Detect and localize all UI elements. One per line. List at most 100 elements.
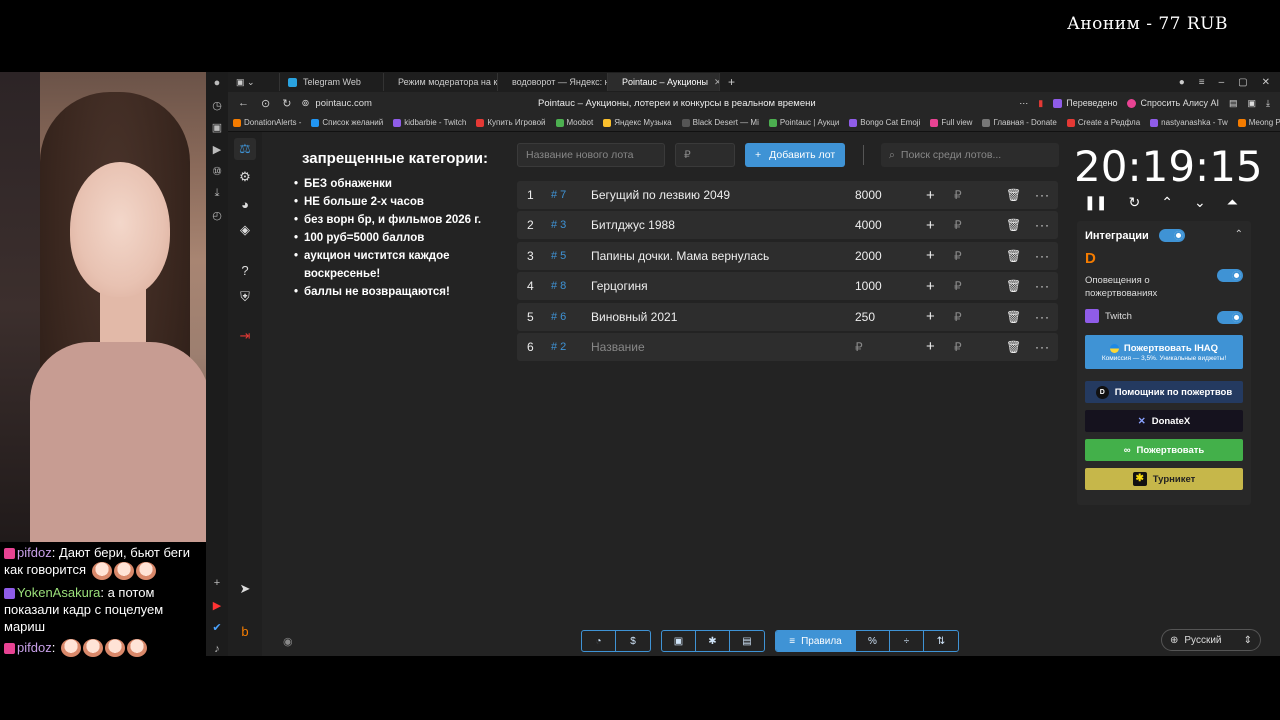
layers-icon[interactable]: ◈ [234,219,256,241]
lot-name[interactable]: Виновный 2021 [591,310,677,324]
ruble-icon[interactable]: ₽ [954,188,962,202]
collections-icon[interactable]: ▣ [206,116,228,138]
youtube-icon[interactable]: ▶ [206,594,228,616]
shield-icon[interactable]: ⛨ [234,286,256,308]
more-icon[interactable]: ⋯ [1019,98,1028,109]
home-icon[interactable]: ⊙ [261,97,270,110]
delete-icon[interactable]: 🗑 [1006,218,1021,232]
lot-amount[interactable]: 2000 [855,249,882,263]
bookmark-item[interactable]: Bongo Cat Emoji [844,118,925,127]
add-lot-button[interactable]: + Добавить лот [745,143,846,167]
delete-icon[interactable]: 🗑 [1006,310,1021,324]
help-icon[interactable]: ? [234,259,256,281]
export-icon[interactable]: ▤ [730,631,764,651]
sort-icon[interactable]: ⇅ [924,631,958,651]
reset-icon[interactable]: ↻ [1128,194,1140,211]
bookmark-item[interactable]: Pointauc | Аукци [764,118,844,127]
reader-icon[interactable]: ▤ [1229,98,1238,109]
turnstile-button[interactable]: ✱ Турникет [1085,468,1243,490]
bookmark-item[interactable]: Главная - Donate [977,118,1061,127]
play-icon[interactable]: ▶ [206,138,228,160]
percent-icon[interactable]: % [856,631,890,651]
delete-icon[interactable]: 🗑 [1006,188,1021,202]
delete-icon[interactable]: 🗑 [1006,279,1021,293]
pause-icon[interactable]: ❚❚ [1084,194,1107,211]
profile-icon[interactable]: ● [206,72,228,94]
ruble-icon[interactable]: ₽ [954,310,962,324]
more-icon[interactable]: ··· [1035,249,1050,263]
downloads-icon[interactable]: ⤓ [206,182,228,204]
lot-name[interactable]: Папины дочки. Мама вернулась [591,249,769,263]
chevron-down-icon[interactable]: ⌄ [1194,194,1206,211]
dollar-icon[interactable]: $ [616,631,650,651]
bookmark-item[interactable]: nastyanashka - Tw [1145,118,1233,127]
url-field[interactable]: pointauc.com [315,98,372,109]
delete-icon[interactable]: 🗑 [1006,340,1021,354]
bookmark-item[interactable]: Create a Редфла [1062,118,1145,127]
tab-moderator[interactable]: Режим модератора на к [384,73,498,91]
lot-amount[interactable]: 250 [855,310,875,324]
account-icon[interactable]: ● [1179,77,1185,88]
rules-button[interactable]: ≡ Правила [776,631,856,651]
bookmark-item[interactable]: Яндекс Музыка [598,118,676,127]
add-amount-icon[interactable]: + [926,278,935,295]
lot-name[interactable]: Битлджус 1988 [591,218,675,232]
more-icon[interactable]: ··· [1035,310,1050,324]
tab-pointauc[interactable]: Pointauc – Аукционы✕ [608,73,720,91]
more-icon[interactable]: ··· [1035,279,1050,293]
add-amount-icon[interactable]: + [926,217,935,234]
more-icon[interactable]: ··· [1035,188,1050,202]
donate-button[interactable]: ∞ Пожертвовать [1085,439,1243,461]
tab-counter[interactable]: ▣ ⌄ [228,73,280,91]
boosty-icon[interactable]: b [234,620,256,642]
add-amount-icon[interactable]: + [926,187,935,204]
lot-amount[interactable]: ₽ [855,340,863,354]
github-icon[interactable]: ◔ [582,631,616,651]
save-icon[interactable]: ▣ [662,631,696,651]
verified-icon[interactable]: ✔ [206,616,228,638]
downloads-icon[interactable]: ⤓ [1266,98,1270,109]
history-icon[interactable]: ◷ [206,94,228,116]
donate-ihaq-button[interactable]: Пожертвовать IHAQ Комиссия — 3,5%. Уникал… [1085,335,1243,369]
lot-name[interactable]: Название [591,340,645,354]
clock-icon[interactable]: ◴ [206,204,228,226]
reload-icon[interactable]: ↻ [282,97,291,110]
add-icon[interactable]: + [206,572,228,594]
twitch-toggle[interactable] [1217,311,1243,324]
extensions-icon[interactable]: ▣ [1248,98,1257,109]
tab-yandex[interactable]: водоворот — Яндекс: наш [498,73,608,91]
lot-amount[interactable]: 4000 [855,218,882,232]
logout-icon[interactable]: ⇥ [234,325,256,347]
wheel-icon[interactable]: ◕ [234,193,256,215]
lot-name[interactable]: Герцогиня [591,279,648,293]
delete-icon[interactable]: 🗑 [1006,249,1021,263]
maximize-icon[interactable]: ▢ [1238,77,1247,88]
settings-icon[interactable]: ⚙ [234,166,256,188]
add-amount-icon[interactable]: + [926,338,935,355]
minimize-icon[interactable]: – [1219,77,1225,88]
language-select[interactable]: ⊕ Русский ⇕ [1161,629,1261,651]
add-amount-icon[interactable]: + [926,247,935,264]
bug-icon[interactable]: ✱ [696,631,730,651]
site-info-icon[interactable]: ⊚ [301,98,309,109]
bookmark-item[interactable]: Meong Pa [1233,118,1280,127]
ruble-icon[interactable]: ₽ [954,218,962,232]
new-tab-button[interactable]: + [720,73,743,91]
donatex-button[interactable]: ✕ DonateX [1085,410,1243,432]
telegram-icon[interactable]: ➤ [234,578,256,600]
back-icon[interactable]: ← [238,97,249,110]
lot-amount[interactable]: 1000 [855,279,882,293]
lot-name-input[interactable]: Название нового лота [517,143,665,167]
integrations-toggle[interactable] [1158,229,1185,242]
more-icon[interactable]: ··· [1035,340,1050,354]
bookmark-icon[interactable]: ▮ [1038,98,1043,109]
close-window-icon[interactable]: ✕ [1262,77,1270,88]
bookmark-item[interactable]: DonationAlerts - [228,118,306,127]
lot-search-input[interactable]: ⌕ Поиск среди лотов... [881,143,1059,167]
more-icon[interactable]: ··· [1035,218,1050,232]
tab-telegram[interactable]: Telegram Web [280,73,384,91]
bookmark-item[interactable]: Moobot [551,118,599,127]
bookmark-item[interactable]: kidbarbie - Twitch [388,118,471,127]
auction-icon[interactable]: ⚖ [234,138,256,160]
divide-icon[interactable]: ÷ [890,631,924,651]
